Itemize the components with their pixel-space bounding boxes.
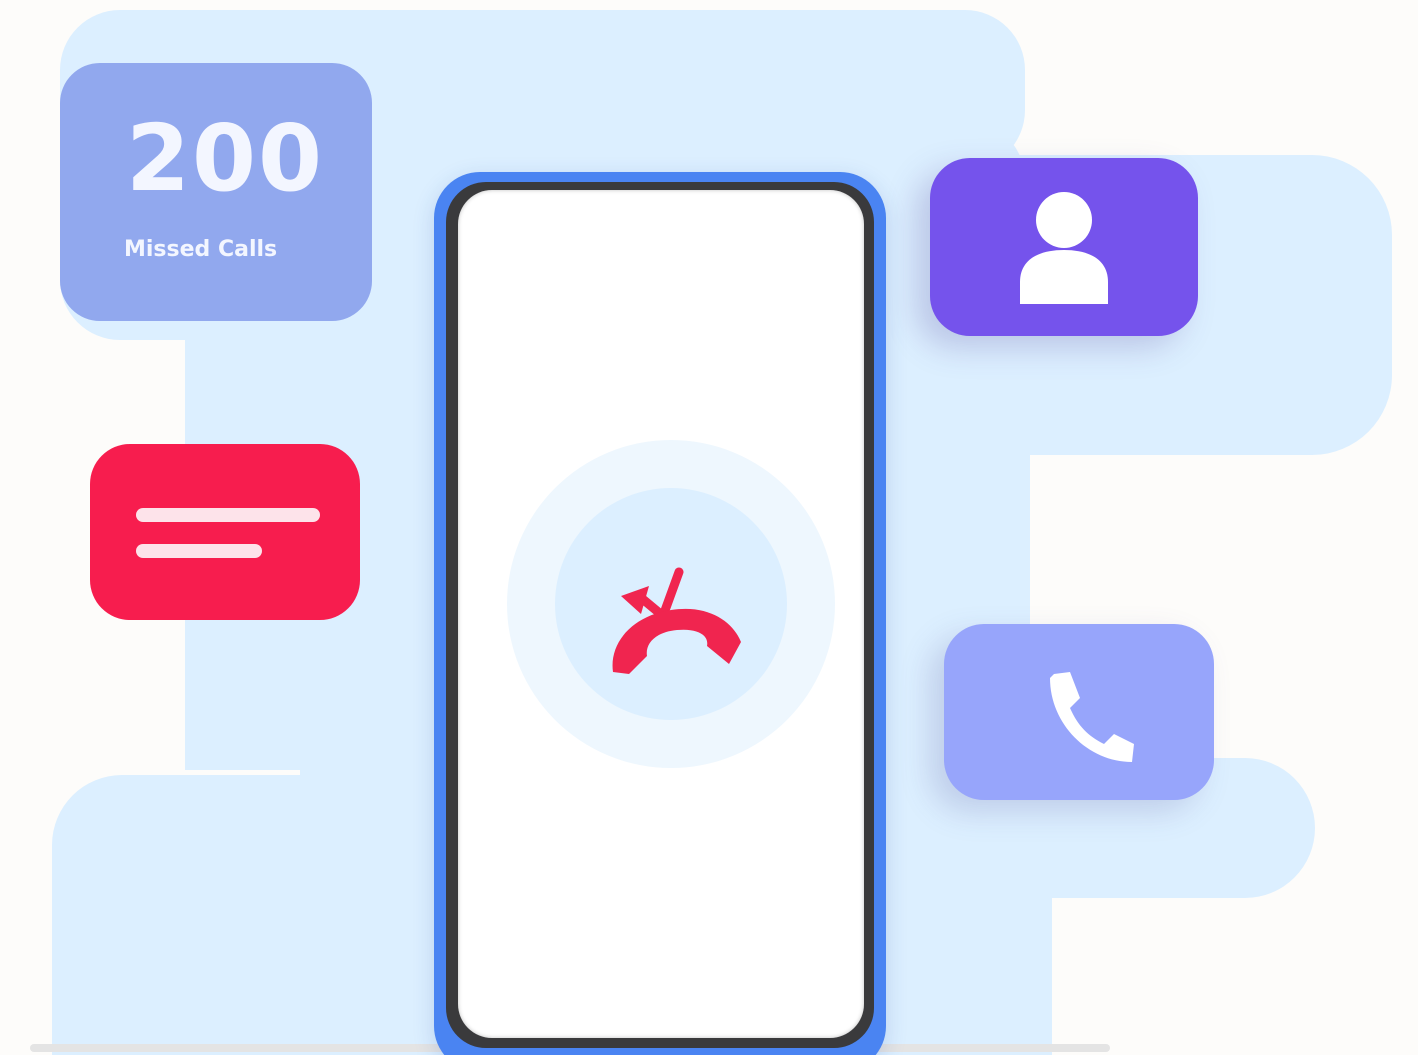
contact-card xyxy=(930,158,1198,336)
missed-call-ring-outer xyxy=(507,440,835,768)
missed-calls-count: 200 xyxy=(125,105,325,212)
message-card xyxy=(90,444,360,620)
missed-call-ring-inner xyxy=(555,488,787,720)
smartphone xyxy=(434,172,886,1055)
phone-handset-icon xyxy=(1050,672,1134,762)
phone-screen xyxy=(458,190,864,1038)
call-card xyxy=(944,624,1214,800)
message-line-short xyxy=(136,544,262,558)
missed-call-icon xyxy=(612,567,741,674)
missed-calls-card: 200 Missed Calls xyxy=(60,63,372,321)
illustration-scene: 200 Missed Calls xyxy=(0,0,1418,1055)
missed-calls-label: Missed Calls xyxy=(124,237,278,262)
person-icon xyxy=(1020,192,1108,304)
phone-bezel xyxy=(446,182,874,1048)
message-lines-icon xyxy=(136,508,320,522)
